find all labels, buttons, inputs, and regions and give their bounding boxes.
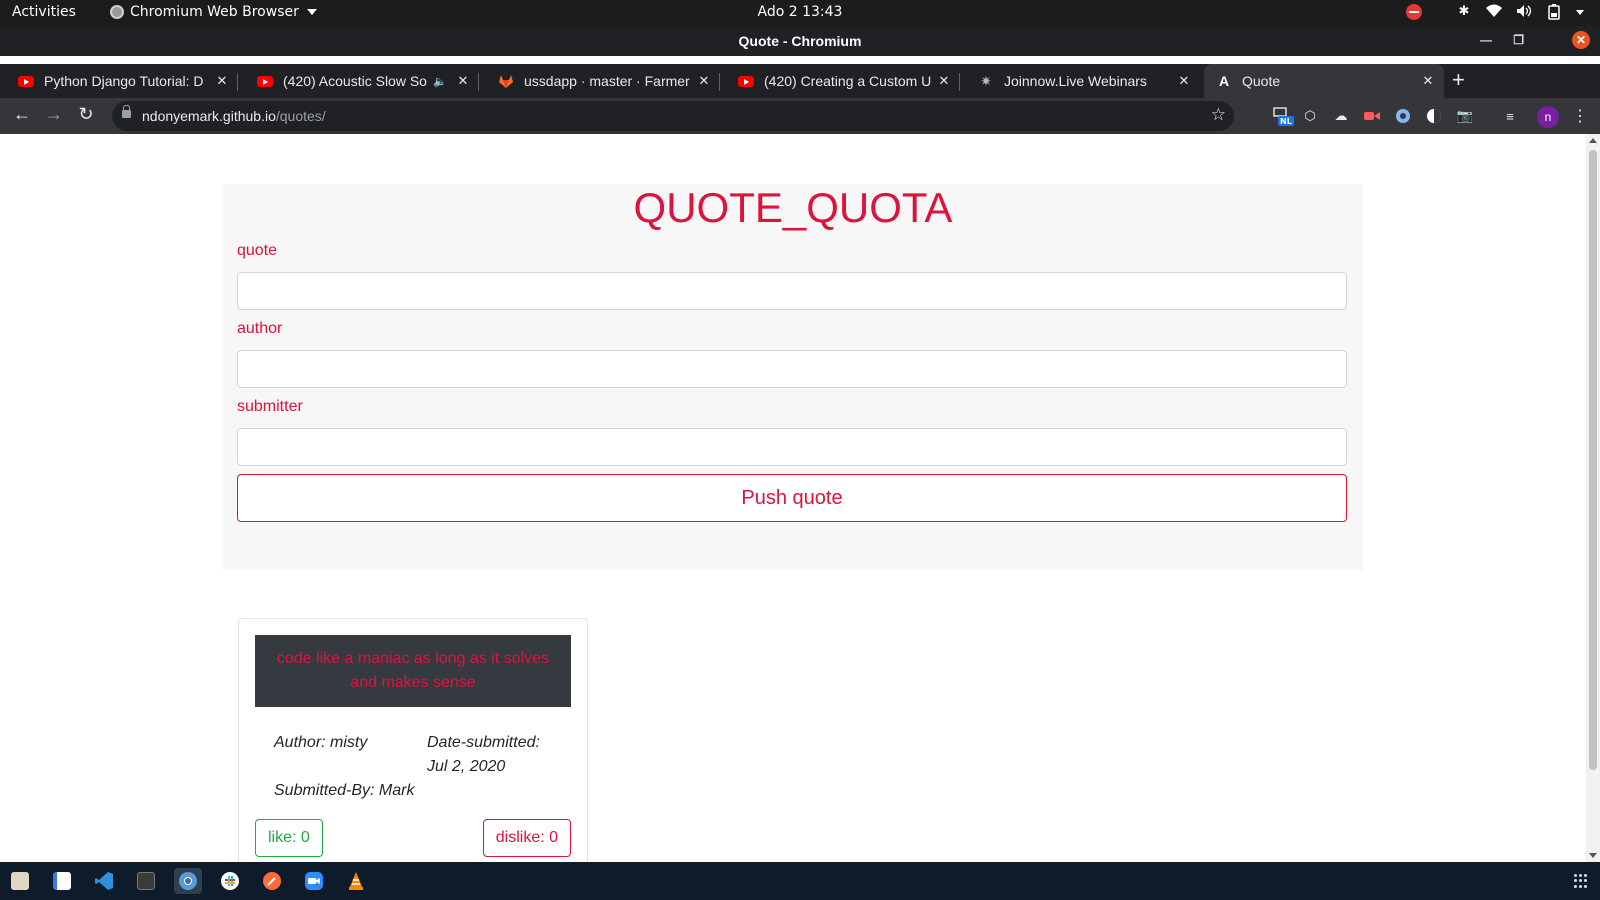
close-tab-icon[interactable]: ✕ xyxy=(936,73,952,89)
vscode-icon[interactable] xyxy=(90,868,118,894)
audio-playing-icon[interactable]: 🔈 xyxy=(433,75,447,88)
close-tab-icon[interactable]: ✕ xyxy=(455,73,471,89)
tab-label: (420) Acoustic Slow So xyxy=(283,73,427,89)
close-tab-icon[interactable]: ✕ xyxy=(214,73,230,89)
wifi-icon xyxy=(1486,4,1502,20)
battery-icon xyxy=(1546,4,1562,20)
youtube-icon xyxy=(257,73,273,89)
bookmark-star-icon[interactable]: ☆ xyxy=(1211,105,1226,125)
menu-icon[interactable]: ⋮ xyxy=(1570,106,1590,126)
page-title: QUOTE_QUOTA xyxy=(633,184,953,231)
clock[interactable]: Ado 2 13:43 xyxy=(0,4,1600,20)
slack-tray-icon[interactable]: ✱ xyxy=(1456,4,1472,20)
window-title-bar: Quote - Chromium — ❐ ✕ xyxy=(0,26,1600,56)
volume-icon xyxy=(1516,4,1532,20)
lock-icon[interactable] xyxy=(122,105,131,118)
quote-text: code like a maniac as long as it solves … xyxy=(255,635,571,707)
scroll-down-icon[interactable] xyxy=(1589,853,1597,858)
date-submitted-value: Jul 2, 2020 xyxy=(427,758,506,775)
files-icon[interactable] xyxy=(6,868,34,894)
tab-label: Python Django Tutorial: D xyxy=(44,73,204,89)
media-control-icon[interactable]: ≡ xyxy=(1500,106,1520,126)
dislike-button[interactable]: dislike: 0 xyxy=(482,819,571,857)
close-window-button[interactable]: ✕ xyxy=(1572,31,1590,49)
tab-strip: Python Django Tutorial: D ✕ (420) Acoust… xyxy=(0,64,1600,98)
submitter-input[interactable] xyxy=(237,428,1347,466)
camera-extension-icon[interactable]: 📷 xyxy=(1455,106,1475,126)
zoom-icon[interactable] xyxy=(300,868,328,894)
close-tab-icon[interactable]: ✕ xyxy=(1420,73,1436,89)
browser-toolbar: ← → ↻ ndonyemark.github.io/quotes/ ☆ NL … xyxy=(0,98,1600,134)
slack-icon[interactable] xyxy=(216,868,244,894)
profile-avatar[interactable]: n xyxy=(1537,106,1559,128)
window-title: Quote - Chromium xyxy=(738,33,862,49)
circle-extension-icon[interactable] xyxy=(1393,106,1413,126)
gitlab-icon xyxy=(498,73,514,89)
terminal-icon[interactable] xyxy=(132,868,160,894)
author-label: author xyxy=(237,320,283,337)
quote-input[interactable] xyxy=(237,272,1347,310)
quote-label: quote xyxy=(237,242,278,259)
tab-label: Joinnow.Live Webinars xyxy=(1004,73,1147,89)
tab-0[interactable]: Python Django Tutorial: D ✕ xyxy=(0,64,238,98)
back-icon[interactable]: ← xyxy=(10,104,34,125)
page-viewport: QUOTE_QUOTA quote author submitter Push … xyxy=(0,134,1600,862)
cube-extension-icon[interactable]: ⬡ xyxy=(1300,106,1320,126)
reload-icon[interactable]: ↻ xyxy=(74,104,98,125)
do-not-disturb-icon[interactable] xyxy=(1406,4,1422,20)
dark-mode-extension-icon[interactable] xyxy=(1424,106,1444,126)
youtube-icon xyxy=(738,73,754,89)
system-tray[interactable]: ✱ xyxy=(1406,4,1584,20)
tab-1[interactable]: (420) Acoustic Slow So 🔈 ✕ xyxy=(239,64,479,98)
quote-author: Author: misty xyxy=(274,734,368,751)
scroll-up-icon[interactable] xyxy=(1589,138,1597,143)
tab-2[interactable]: ussdapp · master · Farmer ✕ xyxy=(480,64,720,98)
date-submitted-label: Date-submitted: xyxy=(427,734,540,751)
push-quote-button[interactable]: Push quote xyxy=(237,474,1347,522)
angular-icon: A xyxy=(1218,73,1230,89)
youtube-icon xyxy=(18,73,34,89)
like-button[interactable]: like: 0 xyxy=(255,819,323,857)
tab-3[interactable]: (420) Creating a Custom U ✕ xyxy=(720,64,960,98)
video-extension-icon[interactable] xyxy=(1362,106,1382,126)
tab-5-active[interactable]: A Quote ✕ xyxy=(1204,64,1444,98)
page-scrollbar[interactable] xyxy=(1586,134,1600,862)
dock xyxy=(0,862,1600,900)
author-input[interactable] xyxy=(237,350,1347,388)
joinnow-icon: ✷ xyxy=(980,72,992,89)
vlc-icon[interactable] xyxy=(342,868,370,894)
quote-submitter: Submitted-By: Mark xyxy=(274,782,415,799)
new-tab-button[interactable]: + xyxy=(1452,66,1465,94)
tab-label: ussdapp · master · Farmer xyxy=(524,73,690,89)
text-editor-icon[interactable] xyxy=(48,868,76,894)
minimize-icon[interactable]: — xyxy=(1480,33,1492,47)
submitter-label: submitter xyxy=(237,398,303,415)
scroll-thumb[interactable] xyxy=(1589,150,1597,770)
close-tab-icon[interactable]: ✕ xyxy=(1176,73,1192,89)
address-bar[interactable]: ndonyemark.github.io/quotes/ ☆ xyxy=(112,101,1234,131)
quote-card: code like a maniac as long as it solves … xyxy=(238,618,588,862)
cloud-extension-icon[interactable]: ☁ xyxy=(1331,106,1351,126)
nl-extension-icon[interactable]: NL xyxy=(1270,106,1296,126)
show-applications-icon[interactable] xyxy=(1574,874,1588,888)
tab-label: Quote xyxy=(1242,73,1281,89)
tab-label: (420) Creating a Custom U xyxy=(764,73,932,89)
tab-4[interactable]: ✷ Joinnow.Live Webinars ✕ xyxy=(960,64,1200,98)
chromium-dock-icon[interactable] xyxy=(174,868,202,894)
tray-caret-icon xyxy=(1576,9,1584,15)
system-top-bar: Activities Chromium Web Browser Ado 2 13… xyxy=(0,0,1600,26)
forward-icon[interactable]: → xyxy=(42,104,66,125)
svg-text:NL: NL xyxy=(1280,117,1292,126)
close-tab-icon[interactable]: ✕ xyxy=(696,73,712,89)
quote-form-panel: QUOTE_QUOTA quote author submitter Push … xyxy=(223,184,1363,570)
maximize-icon[interactable]: ❐ xyxy=(1513,33,1524,47)
postman-icon[interactable] xyxy=(258,868,286,894)
url-text[interactable]: ndonyemark.github.io/quotes/ xyxy=(142,108,326,124)
